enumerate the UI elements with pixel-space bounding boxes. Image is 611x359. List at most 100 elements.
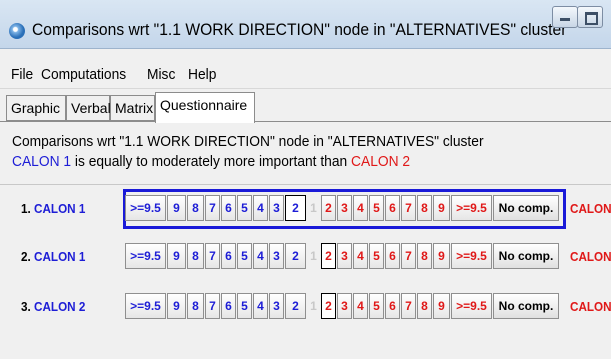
comparison-heading: Comparisons wrt "1.1 WORK DIRECTION" nod… (12, 133, 484, 150)
scale-cell-left[interactable]: >=9.5 (125, 243, 166, 269)
menu-bar: File Computations Misc Help (0, 60, 611, 89)
scale-cell-left[interactable]: 2 (285, 243, 306, 269)
scale-cell-right[interactable]: 6 (385, 243, 400, 269)
scale-cell-left[interactable]: 9 (167, 195, 186, 221)
row-left-label: 1. CALON 1 (21, 201, 85, 216)
row-number: 2. (21, 249, 35, 264)
judgment-phrase: is equally to moderately more important … (71, 153, 352, 170)
row-right-node: CALON 3 (570, 299, 611, 314)
scale-cell-right[interactable]: 3 (337, 293, 352, 319)
scale-cell-right[interactable]: 4 (353, 293, 368, 319)
tab-bar: Graphic Verbal Matrix Questionnaire (0, 92, 611, 123)
row-number: 3. (21, 299, 35, 314)
comparison-row: 1. CALON 1 >=9.5 9 8 7 6 5 4 3 2 1 2 3 4 5 6 7 8 9 >=9.5 No … (0, 189, 611, 229)
scale-cell-right[interactable]: 8 (417, 243, 432, 269)
scale-cell-equal[interactable]: 1 (307, 243, 320, 269)
tab-questionnaire[interactable]: Questionnaire (155, 92, 255, 123)
scale-cell-left[interactable]: 3 (269, 293, 284, 319)
comparison-verbal-judgment: CALON 1 is equally to moderately more im… (12, 153, 410, 170)
maximize-button[interactable] (577, 6, 603, 28)
scale-cell-right[interactable]: 5 (369, 195, 384, 221)
comparison-scale: >=9.5 9 8 7 6 5 4 3 2 1 2 3 4 5 6 7 8 9 >=9.5 No comp. (123, 287, 566, 327)
tab-graphic[interactable]: Graphic (6, 95, 66, 121)
scale-cell-right[interactable]: 5 (369, 243, 384, 269)
scale-cell-right[interactable]: 4 (353, 195, 368, 221)
divider (0, 184, 611, 185)
window-title: Comparisons wrt "1.1 WORK DIRECTION" nod… (32, 20, 567, 39)
comparison-row: 3. CALON 2 >=9.5 9 8 7 6 5 4 3 2 1 2 3 4 5 6 7 8 9 >=9.5 No … (0, 287, 611, 327)
judgment-right-node: CALON 2 (351, 153, 411, 170)
scale-cell-left[interactable]: 7 (205, 293, 220, 319)
menu-computations[interactable]: Computations (41, 66, 126, 83)
row-number: 1. (21, 201, 35, 216)
row-left-node: CALON 1 (34, 201, 86, 216)
scale-cell-left[interactable]: 3 (269, 243, 284, 269)
scale-cell-right[interactable]: >=9.5 (451, 195, 492, 221)
scale-cell-left[interactable]: 4 (253, 293, 268, 319)
row-right-node: CALON 2 (570, 201, 611, 216)
tab-matrix[interactable]: Matrix (110, 95, 155, 121)
scale-cell-equal[interactable]: 1 (307, 293, 320, 319)
app-icon (9, 23, 25, 39)
scale-cell-left[interactable]: 8 (187, 293, 204, 319)
scale-cell-left[interactable]: 8 (187, 243, 204, 269)
row-left-label: 2. CALON 1 (21, 249, 85, 264)
scale-cell-right[interactable]: 2 (321, 243, 336, 269)
scale-cell-right[interactable]: >=9.5 (451, 293, 492, 319)
scale-cell-right[interactable]: 3 (337, 243, 352, 269)
comparison-window: Comparisons wrt "1.1 WORK DIRECTION" nod… (0, 0, 611, 359)
menu-misc[interactable]: Misc (147, 66, 175, 83)
scale-cell-right[interactable]: 2 (321, 195, 336, 221)
scale-cell-left[interactable]: 5 (237, 293, 252, 319)
comparison-scale: >=9.5 9 8 7 6 5 4 3 2 1 2 3 4 5 6 7 8 9 >=9.5 No comp. (123, 237, 566, 277)
comparison-row: 2. CALON 1 >=9.5 9 8 7 6 5 4 3 2 1 2 3 4 5 6 7 8 9 >=9.5 No … (0, 237, 611, 277)
scale-cell-left[interactable]: 4 (253, 195, 268, 221)
scale-cell-left[interactable]: 6 (221, 195, 236, 221)
scale-cell-right[interactable]: 4 (353, 243, 368, 269)
scale-cell-right[interactable]: 7 (401, 293, 416, 319)
scale-cell-right[interactable]: 6 (385, 293, 400, 319)
no-comparison-button[interactable]: No comp. (493, 243, 559, 269)
judgment-left-node: CALON 1 (12, 153, 72, 170)
scale-cell-left[interactable]: 7 (205, 243, 220, 269)
menu-help[interactable]: Help (188, 66, 216, 83)
scale-cell-right[interactable]: 7 (401, 243, 416, 269)
scale-cell-left[interactable]: 2 (285, 195, 306, 221)
scale-cell-left[interactable]: 6 (221, 293, 236, 319)
scale-cell-right[interactable]: 3 (337, 195, 352, 221)
comparison-scale: >=9.5 9 8 7 6 5 4 3 2 1 2 3 4 5 6 7 8 9 >=9.5 No comp. (123, 189, 566, 229)
scale-cell-left[interactable]: >=9.5 (125, 293, 166, 319)
scale-cell-left[interactable]: >=9.5 (125, 195, 166, 221)
row-left-node: CALON 2 (34, 299, 86, 314)
scale-cell-left[interactable]: 4 (253, 243, 268, 269)
scale-cell-right[interactable]: 6 (385, 195, 400, 221)
scale-cell-left[interactable]: 7 (205, 195, 220, 221)
scale-cell-right[interactable]: 8 (417, 195, 432, 221)
menu-file[interactable]: File (11, 66, 33, 83)
scale-cell-equal[interactable]: 1 (307, 195, 320, 221)
scale-cell-left[interactable]: 9 (167, 243, 186, 269)
tab-verbal[interactable]: Verbal (66, 95, 111, 121)
no-comparison-button[interactable]: No comp. (493, 195, 559, 221)
scale-cell-right[interactable]: 9 (433, 293, 450, 319)
title-bar: Comparisons wrt "1.1 WORK DIRECTION" nod… (0, 0, 611, 49)
minimize-button[interactable] (552, 6, 578, 28)
scale-cell-left[interactable]: 9 (167, 293, 186, 319)
scale-cell-right[interactable]: 9 (433, 195, 450, 221)
row-left-label: 3. CALON 2 (21, 299, 85, 314)
scale-cell-left[interactable]: 2 (285, 293, 306, 319)
scale-cell-left[interactable]: 3 (269, 195, 284, 221)
scale-cell-right[interactable]: 8 (417, 293, 432, 319)
scale-cell-right[interactable]: 2 (321, 293, 336, 319)
scale-cell-right[interactable]: >=9.5 (451, 243, 492, 269)
scale-cell-left[interactable]: 5 (237, 195, 252, 221)
scale-cell-right[interactable]: 7 (401, 195, 416, 221)
scale-cell-left[interactable]: 5 (237, 243, 252, 269)
scale-cell-left[interactable]: 6 (221, 243, 236, 269)
row-right-node: CALON 3 (570, 249, 611, 264)
scale-cell-left[interactable]: 8 (187, 195, 204, 221)
no-comparison-button[interactable]: No comp. (493, 293, 559, 319)
scale-cell-right[interactable]: 9 (433, 243, 450, 269)
row-left-node: CALON 1 (34, 249, 86, 264)
scale-cell-right[interactable]: 5 (369, 293, 384, 319)
